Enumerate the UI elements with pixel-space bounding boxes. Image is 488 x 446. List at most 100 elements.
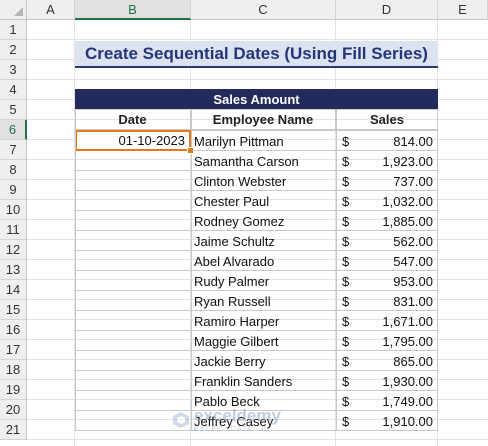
row-header-15[interactable]: 15 bbox=[0, 300, 27, 320]
sales-value-cell[interactable]: 1,930.00 bbox=[356, 371, 433, 391]
employee-name-cell[interactable]: Jackie Berry bbox=[194, 351, 334, 371]
date-cell[interactable] bbox=[76, 251, 190, 271]
employee-name-cell[interactable]: Clinton Webster bbox=[194, 171, 334, 191]
row-header-4[interactable]: 4 bbox=[0, 80, 27, 100]
currency-symbol: $ bbox=[342, 273, 350, 289]
employee-name-cell[interactable]: Maggie Gilbert bbox=[194, 331, 334, 351]
sales-value-cell[interactable]: 1,923.00 bbox=[356, 151, 433, 171]
date-cell[interactable] bbox=[76, 411, 190, 431]
date-cell[interactable] bbox=[76, 231, 190, 251]
row-header-8[interactable]: 8 bbox=[0, 160, 27, 180]
currency-symbol: $ bbox=[342, 413, 350, 429]
employee-name-cell[interactable]: Abel Alvarado bbox=[194, 251, 334, 271]
table-col-border bbox=[191, 110, 192, 431]
sales-value-cell[interactable]: 1,032.00 bbox=[356, 191, 433, 211]
date-cell[interactable] bbox=[76, 371, 190, 391]
sales-value-cell[interactable]: 953.00 bbox=[356, 271, 433, 291]
column-header-b[interactable]: B bbox=[75, 0, 191, 20]
row-header-6[interactable]: 6 bbox=[0, 120, 27, 140]
row-header-19[interactable]: 19 bbox=[0, 380, 27, 400]
row-header-10[interactable]: 10 bbox=[0, 200, 27, 220]
currency-symbol: $ bbox=[342, 233, 350, 249]
date-cell[interactable] bbox=[76, 271, 190, 291]
currency-symbol: $ bbox=[342, 353, 350, 369]
sales-value-cell[interactable]: 814.00 bbox=[356, 131, 433, 151]
currency-symbol: $ bbox=[342, 173, 350, 189]
sales-value-cell[interactable]: 1,671.00 bbox=[356, 311, 433, 331]
date-cell[interactable] bbox=[76, 171, 190, 191]
sales-value-cell[interactable]: 737.00 bbox=[356, 171, 433, 191]
row-header-17[interactable]: 17 bbox=[0, 340, 27, 360]
header-date[interactable]: Date bbox=[75, 110, 191, 130]
gridline-col bbox=[437, 20, 438, 446]
sheet-title: Create Sequential Dates (Using Fill Seri… bbox=[75, 41, 438, 68]
selected-date-cell[interactable]: 01-10-2023 bbox=[75, 130, 191, 151]
date-cell[interactable] bbox=[76, 311, 190, 331]
row-header-20[interactable]: 20 bbox=[0, 400, 27, 420]
gridline-row bbox=[27, 39, 488, 40]
header-sales[interactable]: Sales bbox=[336, 110, 438, 130]
date-cell[interactable] bbox=[76, 291, 190, 311]
sales-value-cell[interactable]: 1,795.00 bbox=[356, 331, 433, 351]
select-all-corner[interactable] bbox=[0, 0, 27, 20]
row-header-1[interactable]: 1 bbox=[0, 20, 27, 40]
row-header-2[interactable]: 2 bbox=[0, 40, 27, 60]
row-header-14[interactable]: 14 bbox=[0, 280, 27, 300]
sales-value-cell[interactable]: 562.00 bbox=[356, 231, 433, 251]
currency-symbol: $ bbox=[342, 293, 350, 309]
table-col-border bbox=[336, 110, 337, 431]
employee-name-cell[interactable]: Ramiro Harper bbox=[194, 311, 334, 331]
employee-name-cell[interactable]: Ryan Russell bbox=[194, 291, 334, 311]
employee-name-cell[interactable]: Jeffrey Casey bbox=[194, 411, 334, 431]
row-header-5[interactable]: 5 bbox=[0, 100, 27, 120]
spreadsheet-grid[interactable]: ABCDE 1 2 3 4 5 6 7 8 9 10 11 12 13 14 15 16 17 18 19 20 21 … bbox=[0, 0, 488, 446]
row-header-12[interactable]: 12 bbox=[0, 240, 27, 260]
currency-symbol: $ bbox=[342, 193, 350, 209]
currency-symbol: $ bbox=[342, 153, 350, 169]
currency-symbol: $ bbox=[342, 333, 350, 349]
employee-name-cell[interactable]: Rodney Gomez bbox=[194, 211, 334, 231]
select-all-icon bbox=[14, 7, 23, 16]
currency-symbol: $ bbox=[342, 373, 350, 389]
employee-name-cell[interactable]: Marilyn Pittman bbox=[194, 131, 334, 151]
date-cell[interactable] bbox=[76, 351, 190, 371]
employee-name-cell[interactable]: Jaime Schultz bbox=[194, 231, 334, 251]
date-cell[interactable] bbox=[76, 331, 190, 351]
sales-value-cell[interactable]: 547.00 bbox=[356, 251, 433, 271]
row-header-16[interactable]: 16 bbox=[0, 320, 27, 340]
column-header-e[interactable]: E bbox=[438, 0, 488, 20]
row-header-21[interactable]: 21 bbox=[0, 420, 27, 440]
currency-symbol: $ bbox=[342, 393, 350, 409]
employee-name-cell[interactable]: Pablo Beck bbox=[194, 391, 334, 411]
employee-name-cell[interactable]: Franklin Sanders bbox=[194, 371, 334, 391]
row-header-7[interactable]: 7 bbox=[0, 140, 27, 160]
row-header-11[interactable]: 11 bbox=[0, 220, 27, 240]
row-header-9[interactable]: 9 bbox=[0, 180, 27, 200]
row-header-3[interactable]: 3 bbox=[0, 60, 27, 80]
sales-value-cell[interactable]: 1,910.00 bbox=[356, 411, 433, 431]
gridline-row bbox=[27, 79, 488, 80]
date-cell[interactable] bbox=[76, 151, 190, 171]
sales-value-cell[interactable]: 1,885.00 bbox=[356, 211, 433, 231]
currency-symbol: $ bbox=[342, 313, 350, 329]
column-header-d[interactable]: D bbox=[336, 0, 438, 20]
currency-symbol: $ bbox=[342, 133, 350, 149]
row-header-13[interactable]: 13 bbox=[0, 260, 27, 280]
employee-name-cell[interactable]: Chester Paul bbox=[194, 191, 334, 211]
date-cell[interactable] bbox=[76, 391, 190, 411]
gridline-col bbox=[74, 20, 75, 446]
fill-handle[interactable] bbox=[187, 147, 194, 154]
date-cell[interactable] bbox=[76, 211, 190, 231]
sales-value-cell[interactable]: 1,749.00 bbox=[356, 391, 433, 411]
employee-name-cell[interactable]: Samantha Carson bbox=[194, 151, 334, 171]
table-banner: Sales Amount bbox=[75, 89, 438, 109]
row-header-18[interactable]: 18 bbox=[0, 360, 27, 380]
sales-value-cell[interactable]: 865.00 bbox=[356, 351, 433, 371]
date-cell[interactable] bbox=[76, 191, 190, 211]
column-header-a[interactable]: A bbox=[27, 0, 75, 20]
header-employee-name[interactable]: Employee Name bbox=[191, 110, 336, 130]
sales-value-cell[interactable]: 831.00 bbox=[356, 291, 433, 311]
column-header-c[interactable]: C bbox=[191, 0, 336, 20]
currency-symbol: $ bbox=[342, 253, 350, 269]
employee-name-cell[interactable]: Rudy Palmer bbox=[194, 271, 334, 291]
